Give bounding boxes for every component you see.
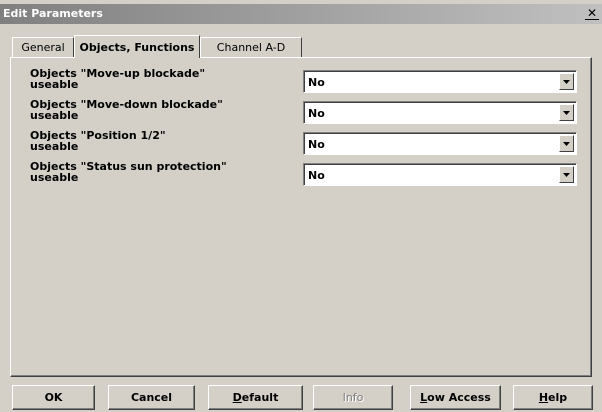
tab-panel: Objects "Move-up blockade" useable No Ob…	[10, 57, 592, 377]
param-label-line2: useable	[30, 78, 79, 91]
ok-label: OK	[44, 391, 63, 404]
select-value: No	[308, 107, 325, 120]
chevron-down-icon[interactable]	[559, 135, 574, 152]
select-value: No	[308, 76, 325, 89]
param-label: Objects "Move-up blockade" useable	[30, 68, 290, 90]
tab-label: Objects, Functions	[79, 40, 195, 54]
default-button[interactable]: Default	[208, 385, 303, 410]
tab-objects-functions[interactable]: Objects, Functions	[74, 35, 200, 58]
default-label-rest: efault	[241, 391, 279, 404]
param-label: Objects "Move-down blockade" useable	[30, 99, 290, 121]
chevron-down-icon[interactable]	[559, 73, 574, 90]
ok-button[interactable]: OK	[12, 385, 95, 410]
low-access-label-accel: L	[420, 391, 428, 404]
param-row-move-up-blockade: Objects "Move-up blockade" useable No	[11, 68, 591, 98]
param-row-move-down-blockade: Objects "Move-down blockade" useable No	[11, 99, 591, 129]
low-access-label-rest: ow Access	[427, 391, 491, 404]
info-label: Info	[342, 391, 364, 404]
help-button[interactable]: Help	[513, 385, 593, 410]
position-1-2-select[interactable]: No	[303, 132, 577, 155]
select-value: No	[308, 169, 325, 182]
tab-label: Channel A-D	[216, 41, 286, 54]
cancel-label: Cancel	[130, 391, 173, 404]
help-label-rest: elp	[548, 391, 568, 404]
cancel-button[interactable]: Cancel	[108, 385, 195, 410]
param-row-status-sun-protection: Objects "Status sun protection" useable …	[11, 161, 591, 191]
tab-strip: General Objects, Functions Channel A-D	[0, 35, 602, 58]
tab-channel-a-d[interactable]: Channel A-D	[200, 37, 302, 57]
param-label-line2: useable	[30, 171, 79, 184]
window-title: Edit Parameters	[3, 7, 103, 20]
edit-parameters-dialog: Edit Parameters ✕ General Objects, Funct…	[0, 0, 602, 412]
chevron-down-icon[interactable]	[559, 104, 574, 121]
param-row-position-1-2: Objects "Position 1/2" useable No	[11, 130, 591, 160]
chevron-down-icon[interactable]	[559, 166, 574, 183]
param-label-line2: useable	[30, 140, 79, 153]
tab-general[interactable]: General	[12, 37, 74, 57]
help-label-accel: H	[538, 391, 549, 404]
move-down-blockade-select[interactable]: No	[303, 101, 577, 124]
title-bar[interactable]: Edit Parameters ✕	[0, 4, 602, 24]
param-label: Objects "Status sun protection" useable	[30, 161, 290, 183]
select-value: No	[308, 138, 325, 151]
param-label-line2: useable	[30, 109, 79, 122]
info-button[interactable]: Info	[313, 385, 393, 410]
low-access-button[interactable]: Low Access	[410, 385, 501, 410]
move-up-blockade-select[interactable]: No	[303, 70, 577, 93]
status-sun-protection-select[interactable]: No	[303, 163, 577, 186]
close-icon[interactable]: ✕	[585, 7, 599, 20]
tab-label: General	[21, 41, 65, 54]
param-label: Objects "Position 1/2" useable	[30, 130, 290, 152]
default-label-accel: D	[232, 391, 242, 404]
